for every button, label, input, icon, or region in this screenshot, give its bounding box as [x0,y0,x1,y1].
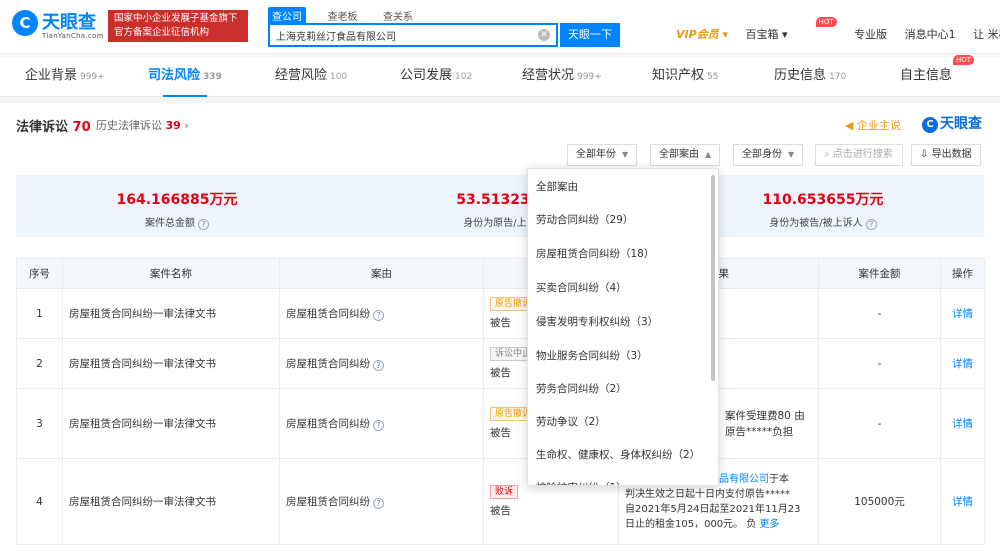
dropdown-item[interactable]: 劳动争议（2） [528,406,708,439]
help-icon[interactable]: ? [865,219,877,230]
search-button[interactable]: 天眼一下 [560,23,620,47]
export-button[interactable]: ⇩ 导出数据 [911,144,981,166]
help-icon[interactable]: ? [198,219,209,230]
lawsuit-table: 序号 案件名称 案由 在 结果 案件金额 操作 1 房屋租赁合同纠纷一审法律文书… [16,258,985,545]
dropdown-item[interactable]: 劳动合同纠纷（29） [528,204,708,237]
caret-down-icon: ▼ [622,150,629,159]
gov-badge: 国家中小企业发展子基金旗下 官方备案企业征信机构 [108,10,248,42]
case-cause-dropdown: 全部案由 劳动合同纠纷（29） 房屋租赁合同纠纷（18） 买卖合同纠纷（4） 侵… [527,168,719,486]
more-link[interactable]: 更多 [760,519,780,530]
tab-development[interactable]: 公司发展 102 [400,57,472,97]
enterprise-say-link[interactable]: ◀ 企业主说 [845,117,901,133]
help-icon[interactable]: ? [373,360,384,371]
stats-bar: 164.166885万元 案件总金额? 53.51323万 身份为原告/上诉 1… [16,175,984,237]
search-input[interactable] [270,25,520,45]
vip-member-link[interactable]: VIP会员 ▾ [676,26,728,42]
help-icon[interactable]: ? [373,498,384,509]
pro-edition-link[interactable]: 专业版 [854,26,887,42]
tab-operation[interactable]: 经营状况 999+ [522,57,602,97]
help-icon[interactable]: ? [373,420,384,431]
export-icon: ⇩ [920,149,929,160]
caret-down-icon: ▼ [788,150,795,159]
search-tab-relation[interactable]: 查关系 [379,7,417,24]
search-box: ✕ [268,23,558,47]
dropdown-item[interactable]: 生命权、健康权、身体权纠纷（2） [528,439,708,472]
detail-link[interactable]: 详情 [940,288,985,339]
filter-search-input[interactable]: ⌕ 点击进行搜索 [815,144,903,166]
toolbox-menu[interactable]: 百宝箱 ▾HOT [746,17,837,42]
main-tabs: 企业背景 999+ 司法风险 339 经营风险 100 公司发展 102 经营状况 999… [0,55,1000,97]
dropdown-item[interactable]: 劳务合同纠纷（2） [528,373,708,406]
search-type-tabs: 查公司 查老板 查关系 [268,7,431,24]
chevron-right-icon: › [184,119,189,132]
section-title: 法律诉讼 70 [16,120,91,135]
filter-case-cause[interactable]: 全部案由 ▲ [650,144,721,166]
status-badge: 败诉 [490,485,519,499]
brand-icon: C [922,117,938,133]
table-row: 1 房屋租赁合同纠纷一审法律文书 房屋租赁合同纠纷? 原告撤诉被告 起诉处理。 … [16,288,985,339]
detail-link[interactable]: 详情 [940,458,985,545]
clear-icon[interactable]: ✕ [538,29,550,41]
dropdown-item[interactable]: 排除妨害纠纷（1） [528,472,708,485]
dropdown-item[interactable]: 侵害发明专利权纠纷（3） [528,306,708,339]
filter-year[interactable]: 全部年份 ▼ [567,144,638,166]
logo-eye-icon: C [12,10,38,36]
user-menu[interactable]: 让 米歇... [973,26,1000,42]
dropdown-item[interactable]: 全部案由 [528,171,708,204]
tab-business-risk[interactable]: 经营风险 100 [275,57,347,97]
hot-badge: HOT [952,55,975,65]
search-tab-company[interactable]: 查公司 [268,7,306,24]
search-tab-boss[interactable]: 查老板 [324,7,362,24]
table-row: 3 房屋租赁合同纠纷一审法律文书 房屋租赁合同纠纷? 原告撤诉 被告 案件受理费8… [16,388,985,459]
tab-history[interactable]: 历史信息 170 [774,57,846,97]
table-row: 2 房屋租赁合同纠纷一审法律文书 房屋租赁合同纠纷? 诉讼中止 被告 - 详情 [16,338,985,389]
table-header: 序号 案件名称 案由 在 结果 案件金额 操作 [16,258,985,289]
search-icon: ⌕ [824,149,830,160]
stat-total-amount: 164.166885万元 案件总金额? [116,192,238,230]
tab-background[interactable]: 企业背景 999+ [25,57,105,97]
brand-logo: C 天眼查 [922,113,982,133]
tab-self-info[interactable]: 自主信息 HOT [900,55,975,97]
dropdown-scrollbar[interactable] [711,175,715,381]
hot-badge: HOT [815,17,837,27]
message-center-link[interactable]: 消息中心1 [905,26,956,42]
detail-link[interactable]: 详情 [940,388,985,459]
top-header: C 天眼查 TianYanCha.com 国家中小企业发展子基金旗下 官方备案企… [0,0,1000,54]
top-nav: VIP会员 ▾ 百宝箱 ▾HOT 专业版 消息中心1 让 米歇... [676,17,1000,42]
table-row: 4 房屋租赁合同纠纷一审法律文书 房屋租赁合同纠纷? 败诉 被告 品有限公司于本 … [16,458,985,545]
lawsuit-panel: 法律诉讼 70 历史法律诉讼 39 › ◀ 企业主说 C 天眼查 全部年份 ▼ 全部… [0,103,1000,551]
dropdown-item[interactable]: 买卖合同纠纷（4） [528,272,708,305]
help-icon[interactable]: ? [373,310,384,321]
tianyancha-logo[interactable]: C 天眼查 TianYanCha.com [12,6,103,46]
detail-link[interactable]: 详情 [940,338,985,389]
caret-up-icon: ▲ [705,150,712,159]
tab-judicial-risk[interactable]: 司法风险 339 [148,57,222,97]
history-lawsuit-link[interactable]: 历史法律诉讼 39 › [96,117,189,133]
tab-ip[interactable]: 知识产权 55 [652,57,718,97]
megaphone-icon: ◀ [845,119,854,132]
filter-identity[interactable]: 全部身份 ▼ [733,144,804,166]
dropdown-item[interactable]: 房屋租赁合同纠纷（18） [528,238,708,271]
dropdown-item[interactable]: 物业服务合同纠纷（3） [528,340,708,373]
